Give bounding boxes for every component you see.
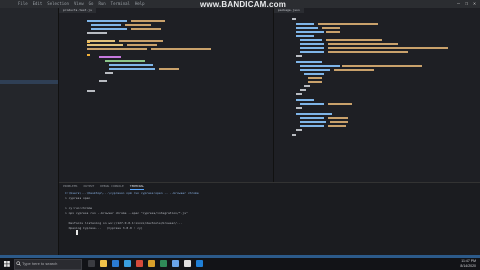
menu-item-view[interactable]: View bbox=[74, 1, 84, 7]
app-icon[interactable] bbox=[148, 260, 155, 267]
tree-row[interactable] bbox=[0, 55, 58, 59]
tree-row[interactable] bbox=[0, 70, 58, 74]
editor-left[interactable]: products.test.js bbox=[59, 8, 274, 182]
menu-item-go[interactable]: Go bbox=[89, 1, 94, 7]
terminal-line: DevTools listening on ws://127.0.0.1:xxx… bbox=[65, 221, 183, 225]
file-explorer-icon[interactable] bbox=[100, 260, 107, 267]
search-placeholder: Type here to search bbox=[22, 261, 58, 266]
windows-start-icon[interactable] bbox=[4, 261, 10, 267]
tab-products-test[interactable]: products.test.js bbox=[59, 8, 96, 13]
task-view-icon[interactable] bbox=[88, 260, 95, 267]
menu-item-edit[interactable]: Edit bbox=[33, 1, 43, 7]
tree-row[interactable] bbox=[0, 249, 58, 253]
mail-icon[interactable] bbox=[124, 260, 131, 267]
system-tray[interactable]: 11:47 PM 8/14/2020 bbox=[460, 259, 476, 268]
editor-right[interactable]: package.json bbox=[274, 8, 480, 182]
tab-package-json[interactable]: package.json bbox=[274, 8, 304, 13]
close-button[interactable]: ✕ bbox=[473, 1, 476, 7]
json-lines bbox=[292, 18, 448, 136]
terminal-line: > cy:run:chrome bbox=[65, 206, 93, 210]
vscode-icon[interactable] bbox=[196, 260, 203, 267]
tree-row[interactable] bbox=[0, 75, 58, 79]
clock-time: 11:47 PM bbox=[461, 259, 476, 263]
tree-row[interactable] bbox=[0, 65, 58, 69]
tab-debug-console[interactable]: DEBUG CONSOLE bbox=[100, 184, 123, 190]
terminal-line: C:\Users\...\Desktop\...\cypress> npm ru… bbox=[65, 191, 199, 195]
window-controls: — ❐ ✕ bbox=[457, 1, 476, 7]
menu-item-help[interactable]: Help bbox=[135, 1, 145, 7]
menu-item-run[interactable]: Run bbox=[98, 1, 105, 7]
tree-row[interactable] bbox=[0, 50, 58, 54]
app-icon[interactable] bbox=[160, 260, 167, 267]
menu-item-file[interactable]: File bbox=[18, 1, 28, 7]
maximize-button[interactable]: ❐ bbox=[465, 1, 468, 7]
terminal-line: > npx cypress run --browser chrome --spe… bbox=[65, 211, 188, 215]
menu-item-terminal[interactable]: Terminal bbox=[111, 1, 130, 7]
menu-bar: File Edit Selection View Go Run Terminal… bbox=[18, 1, 145, 7]
tree-row[interactable] bbox=[0, 244, 58, 248]
terminal-line: > cypress open bbox=[65, 196, 91, 200]
tree-row[interactable] bbox=[0, 60, 58, 64]
search-icon bbox=[16, 261, 21, 266]
tree-row[interactable] bbox=[0, 22, 58, 26]
tab-problems[interactable]: PROBLEMS bbox=[63, 184, 77, 190]
tree-row[interactable] bbox=[0, 27, 58, 31]
tree-row[interactable] bbox=[0, 32, 58, 36]
app-icon[interactable] bbox=[172, 260, 179, 267]
minimize-button[interactable]: — bbox=[457, 1, 460, 7]
explorer-sidebar bbox=[0, 8, 59, 255]
menu-item-selection[interactable]: Selection bbox=[47, 1, 69, 7]
panel-tabs: PROBLEMS OUTPUT DEBUG CONSOLE TERMINAL bbox=[63, 184, 145, 190]
app-icon[interactable] bbox=[136, 260, 143, 267]
tree-row[interactable] bbox=[0, 12, 58, 16]
tree-row[interactable] bbox=[0, 43, 58, 47]
code-lines bbox=[87, 20, 211, 92]
tree-row[interactable] bbox=[0, 85, 58, 89]
terminal-panel[interactable]: PROBLEMS OUTPUT DEBUG CONSOLE TERMINAL C… bbox=[59, 182, 480, 256]
tab-output[interactable]: OUTPUT bbox=[83, 184, 94, 190]
tree-row[interactable] bbox=[0, 17, 58, 21]
tree-row-selected[interactable] bbox=[0, 80, 58, 84]
tree-row[interactable] bbox=[0, 90, 58, 94]
terminal-cursor bbox=[76, 230, 78, 235]
clock-date: 8/14/2020 bbox=[460, 263, 476, 268]
tab-terminal[interactable]: TERMINAL bbox=[129, 184, 145, 190]
app-icon[interactable] bbox=[184, 260, 191, 267]
edge-icon[interactable] bbox=[112, 260, 119, 267]
